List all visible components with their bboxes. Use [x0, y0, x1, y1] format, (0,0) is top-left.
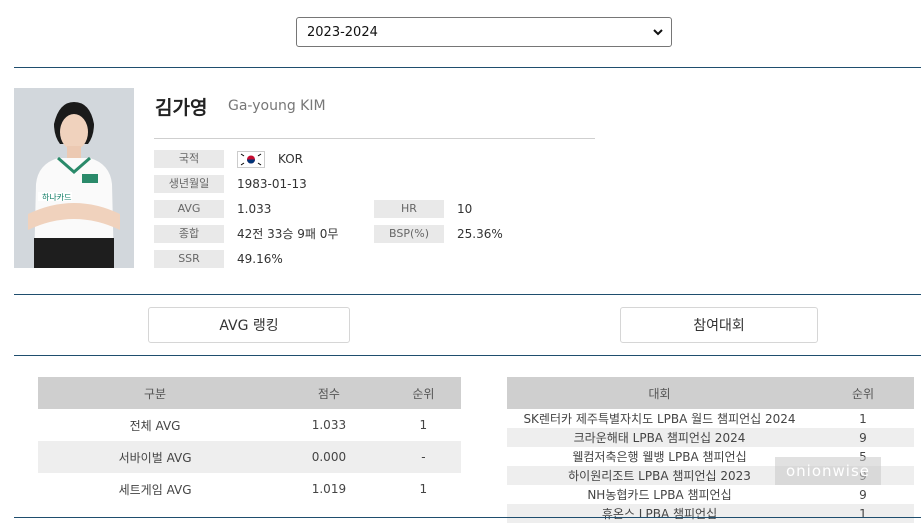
- table-cell: -: [385, 441, 461, 473]
- table-row[interactable]: 크라운해태 LPBA 챔피언십 2024 9: [507, 428, 914, 447]
- watermark: onionwise: [775, 457, 881, 485]
- korea-flag-icon: [237, 151, 265, 168]
- competition-rank: 9: [859, 487, 867, 502]
- competition-rank: 1: [812, 504, 914, 523]
- competition-name[interactable]: 크라운해태 LPBA 챔피언십 2024: [507, 428, 812, 447]
- table-row[interactable]: NH농협카드 LPBA 챔피언십 9: [507, 485, 914, 504]
- competition-name[interactable]: NH농협카드 LPBA 챔피언십: [507, 485, 812, 504]
- name-divider: [154, 138, 595, 139]
- table-header-row: 구분 점수 순위: [38, 377, 461, 409]
- competition-rank: 9: [812, 428, 914, 447]
- table-row: 서바이벌 AVG 0.000 -: [38, 441, 461, 473]
- birth-value: 1983-01-13: [237, 177, 307, 191]
- table-cell: 세트게임 AVG: [118, 482, 192, 497]
- nationality-value: KOR: [278, 152, 303, 166]
- avg-ranking-table: 구분 점수 순위 전체 AVG 1.033 1 서바이벌 AVG 0.000 -…: [38, 377, 461, 505]
- bsp-label: BSP(%): [374, 225, 444, 243]
- avg-value: 1.033: [237, 202, 272, 216]
- overall-label: 종합: [154, 225, 224, 243]
- table-cell: 1.033: [311, 418, 347, 432]
- season-select[interactable]: 2023-2024: [296, 17, 672, 47]
- table-cell: 1: [419, 418, 428, 432]
- chevron-down-icon: [653, 29, 663, 36]
- bsp-value: 25.36%: [457, 227, 503, 241]
- column-header: 대회: [507, 377, 812, 409]
- player-name-korean: 김가영: [155, 97, 208, 119]
- jersey-logo-text: 하나카드: [42, 192, 71, 202]
- divider: [14, 355, 921, 356]
- table-cell: 0.000: [272, 441, 386, 473]
- table-cell: 서바이벌 AVG: [38, 441, 273, 473]
- ssr-label: SSR: [154, 250, 224, 268]
- competitions-table: 대회 순위 SK렌터카 제주특별자치도 LPBA 월드 챔피언십 2024 1 …: [507, 377, 914, 523]
- table-cell: 전체 AVG: [129, 418, 181, 433]
- divider: [14, 67, 921, 68]
- column-header: 순위: [385, 377, 461, 409]
- table-row[interactable]: 휴온스 LPBA 챔피언십 1: [507, 504, 914, 523]
- table-row: 전체 AVG 1.033 1: [38, 409, 461, 441]
- ssr-value: 49.16%: [237, 252, 283, 266]
- player-name-english: Ga-young KIM: [228, 98, 326, 114]
- column-header: 순위: [812, 377, 914, 409]
- divider: [14, 294, 921, 295]
- competition-name[interactable]: 하이원리조트 LPBA 챔피언십 2023: [507, 466, 812, 485]
- table-row[interactable]: SK렌터카 제주특별자치도 LPBA 월드 챔피언십 2024 1: [507, 409, 914, 428]
- nationality-label: 국적: [154, 150, 224, 168]
- table-header-row: 대회 순위: [507, 377, 914, 409]
- hr-value: 10: [457, 202, 473, 216]
- season-select-value: 2023-2024: [307, 24, 378, 40]
- table-row: 세트게임 AVG 1.019 1: [38, 473, 461, 505]
- tab-avg-ranking[interactable]: AVG 랭킹: [148, 307, 350, 343]
- overall-value: 42전 33승 9패 0무: [237, 227, 339, 241]
- avg-label: AVG: [154, 200, 224, 218]
- competition-name[interactable]: SK렌터카 제주특별자치도 LPBA 월드 챔피언십 2024: [507, 409, 812, 428]
- player-photo: 하나카드: [14, 88, 134, 268]
- competition-name[interactable]: 휴온스 LPBA 챔피언십: [507, 504, 812, 523]
- tab-competitions[interactable]: 참여대회: [620, 307, 818, 343]
- column-header: 구분: [38, 377, 273, 409]
- competition-name[interactable]: 웰컴저축은행 웰뱅 LPBA 챔피언십: [507, 447, 812, 466]
- table-cell: 1: [419, 482, 428, 496]
- competition-rank: 1: [859, 411, 867, 426]
- table-cell: 1.019: [311, 482, 347, 496]
- birth-label: 생년월일: [154, 175, 224, 193]
- column-header: 점수: [272, 377, 386, 409]
- divider: [14, 517, 921, 518]
- hr-label: HR: [374, 200, 444, 218]
